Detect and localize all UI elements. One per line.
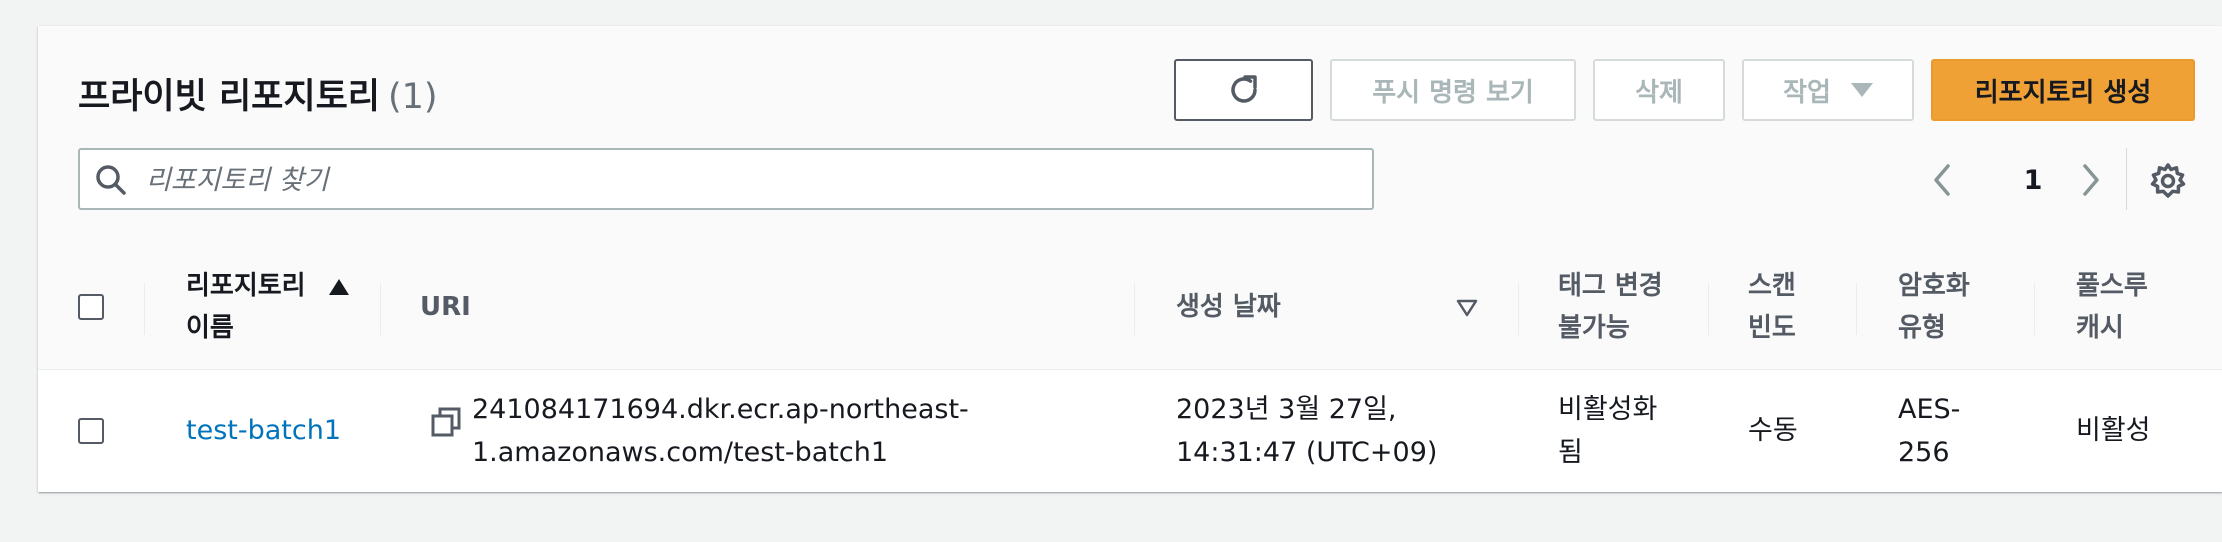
- create-repository-button[interactable]: 리포지토리 생성: [1931, 59, 2195, 121]
- sort-descending-icon[interactable]: [1456, 299, 1478, 317]
- column-header-tag-immutability[interactable]: 태그 변경 불가능: [1558, 265, 1663, 349]
- repository-uri: 241084171694.dkr.ecr.ap-northeast- 1.ama…: [472, 388, 969, 474]
- column-divider: [1134, 283, 1135, 335]
- column-divider: [380, 283, 381, 335]
- column-header-pull-through-cache-line1: 풀스루: [2076, 271, 2148, 301]
- page-number[interactable]: 1: [2018, 158, 2048, 202]
- refresh-icon: [1230, 75, 1257, 103]
- panel-header: 프라이빗 리포지토리 (1) 푸시 명령 보기 삭제 작업 리포지토리 생성 리…: [38, 26, 2222, 246]
- column-divider: [1518, 283, 1519, 335]
- column-header-tag-immutability-line2: 불가능: [1558, 313, 1630, 343]
- pull-through-cache-value: 비활성: [2076, 415, 2151, 446]
- sort-ascending-icon[interactable]: [328, 278, 350, 296]
- repository-count: (1): [388, 77, 438, 117]
- actions-dropdown-button[interactable]: 작업: [1742, 59, 1914, 121]
- column-header-name[interactable]: 리포지토리 이름: [186, 265, 306, 349]
- tag-immutability-value-line1: 비활성화: [1558, 394, 1658, 425]
- column-header-name-line2: 이름: [186, 313, 234, 343]
- scan-frequency-value: 수동: [1748, 415, 1798, 446]
- tag-immutability-value-line2: 됨: [1558, 437, 1583, 468]
- encryption-type-value: AES- 256: [1898, 388, 1960, 474]
- column-header-scan-frequency-line1: 스캔: [1748, 271, 1796, 301]
- search-icon: [96, 165, 126, 195]
- pagination-divider: [2126, 148, 2127, 210]
- caret-down-icon: [1850, 83, 1873, 97]
- delete-button[interactable]: 삭제: [1593, 59, 1725, 121]
- chevron-left-icon[interactable]: [1928, 158, 1958, 202]
- create-repository-label: 리포지토리 생성: [1974, 77, 2152, 108]
- copy-icon[interactable]: [431, 407, 461, 437]
- view-push-commands-label: 푸시 명령 보기: [1372, 77, 1534, 108]
- row-select-checkbox[interactable]: [78, 418, 104, 444]
- search-field: [78, 148, 1374, 210]
- column-header-pull-through-cache[interactable]: 풀스루 캐시: [2076, 265, 2148, 349]
- created-date-line1: 2023년 3월 27일,: [1176, 394, 1397, 425]
- actions-label: 작업: [1783, 77, 1831, 108]
- column-header-encryption-type[interactable]: 암호화 유형: [1898, 265, 1970, 349]
- column-divider: [144, 283, 145, 335]
- column-header-tag-immutability-line1: 태그 변경: [1558, 271, 1663, 301]
- column-header-scan-frequency[interactable]: 스캔 빈도: [1748, 265, 1796, 349]
- table-row: test-batch1 241084171694.dkr.ecr.ap-nort…: [38, 370, 2222, 492]
- encryption-type-value-line2: 256: [1898, 437, 1950, 468]
- column-divider: [2034, 283, 2035, 335]
- encryption-type-value-line1: AES-: [1898, 394, 1961, 425]
- select-all-checkbox[interactable]: [78, 294, 104, 320]
- tag-immutability-value: 비활성화 됨: [1558, 388, 1657, 474]
- delete-label: 삭제: [1635, 77, 1683, 108]
- chevron-right-icon[interactable]: [2075, 158, 2105, 202]
- column-header-pull-through-cache-line2: 캐시: [2076, 313, 2124, 343]
- column-divider: [1708, 283, 1709, 335]
- column-header-created[interactable]: 생성 날짜: [1176, 286, 1281, 328]
- column-header-uri[interactable]: URI: [420, 286, 471, 328]
- column-header-encryption-type-line1: 암호화: [1898, 271, 1970, 301]
- repository-uri-line2: 1.amazonaws.com/test-batch1: [472, 437, 888, 468]
- column-header-scan-frequency-line2: 빈도: [1748, 313, 1796, 343]
- column-header-name-line1: 리포지토리: [186, 271, 306, 301]
- page-title-text: 프라이빗 리포지토리: [78, 77, 380, 117]
- repository-uri-line1: 241084171694.dkr.ecr.ap-northeast-: [472, 394, 969, 425]
- created-date-line2: 14:31:47 (UTC+09): [1176, 437, 1438, 468]
- view-push-commands-button[interactable]: 푸시 명령 보기: [1330, 59, 1576, 121]
- column-header-encryption-type-line2: 유형: [1898, 313, 1946, 343]
- repository-name-link[interactable]: test-batch1: [186, 409, 341, 452]
- repositories-panel: 프라이빗 리포지토리 (1) 푸시 명령 보기 삭제 작업 리포지토리 생성 리…: [38, 26, 2222, 492]
- column-divider: [1856, 283, 1857, 335]
- table-header: 리포지토리 이름 URI 생성 날짜 태그 변경 불가능 스캔 빈도 암호화 유…: [38, 245, 2222, 370]
- created-date: 2023년 3월 27일, 14:31:47 (UTC+09): [1176, 388, 1437, 474]
- gear-icon[interactable]: [2149, 162, 2187, 200]
- search-input[interactable]: [144, 156, 1348, 204]
- refresh-button[interactable]: [1174, 59, 1313, 121]
- page-title: 프라이빗 리포지토리 (1): [78, 68, 438, 119]
